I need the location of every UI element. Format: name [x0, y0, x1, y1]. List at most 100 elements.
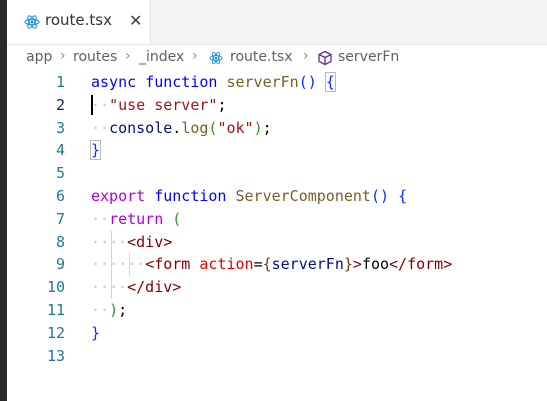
whitespace-marker: ·	[100, 95, 110, 114]
line-number: 5	[55, 164, 65, 183]
code-line-3: ··console.log("ok");	[91, 117, 272, 140]
code-line-7: ··return (	[91, 208, 181, 231]
line-number: 10	[46, 278, 65, 297]
react-icon	[209, 52, 223, 64]
breadcrumb-item-index[interactable]: _index	[139, 49, 184, 65]
whitespace-marker: ·	[100, 301, 110, 319]
react-icon	[24, 15, 40, 29]
whitespace-marker: ·	[100, 118, 110, 137]
whitespace-marker: ·	[91, 209, 101, 228]
tab-bar: route.tsx ✕	[7, 0, 547, 45]
tab-label: route.tsx	[45, 11, 112, 29]
token-brace: {	[262, 255, 272, 274]
whitespace-marker: ·	[118, 278, 128, 297]
line-number: 6	[55, 187, 65, 205]
breadcrumb-item-routes[interactable]: routes	[73, 49, 117, 65]
whitespace-marker: ·	[91, 118, 101, 137]
token-jsx-tag: </form>	[389, 255, 453, 274]
token-variable: serverFn	[271, 255, 344, 274]
whitespace-marker: ·	[91, 95, 101, 114]
token-keyword: return	[109, 209, 164, 228]
token-keyword: function	[154, 187, 227, 205]
whitespace-marker: ·	[118, 255, 128, 274]
token-paren: )	[109, 301, 119, 319]
token-function-name: serverFn	[226, 73, 299, 91]
breadcrumb-item-serverfn[interactable]: serverFn	[338, 49, 399, 65]
token-object: console	[109, 118, 173, 137]
token-brace-matched: {	[324, 72, 336, 92]
token-paren: ()	[370, 187, 390, 205]
token-keyword: async	[91, 73, 137, 91]
token-string: "ok"	[217, 118, 254, 137]
code-line-11: ··);	[91, 299, 127, 322]
token-function-name: ServerComponent	[235, 187, 371, 205]
token-string: "use server"	[109, 95, 218, 114]
chevron-right-icon: ›	[60, 48, 66, 64]
token-jsx-text: foo	[361, 255, 390, 274]
whitespace-marker: ·	[100, 278, 110, 297]
line-number: 9	[55, 255, 65, 274]
line-number: 7	[55, 209, 65, 228]
whitespace-marker: ·	[100, 209, 110, 228]
line-number: 1	[55, 73, 65, 91]
code-line-10: ····</div>	[91, 276, 181, 299]
whitespace-marker: ·	[100, 232, 110, 251]
code-line-12: }	[91, 322, 100, 345]
whitespace-marker: ·	[91, 232, 101, 251]
breadcrumb-item-app[interactable]: app	[26, 49, 52, 65]
line-number: 3	[55, 118, 65, 137]
breadcrumb-item-route-tsx[interactable]: route.tsx	[230, 49, 293, 65]
token-jsx-tag: </div>	[127, 278, 182, 297]
token-jsx-attribute: action	[199, 255, 254, 274]
code-line-1: async function serverFn() {	[91, 71, 336, 94]
token-equals: =	[253, 255, 263, 274]
token-paren: (	[172, 209, 182, 228]
code-line-6: export function ServerComponent() {	[91, 185, 407, 208]
line-number: 8	[55, 232, 65, 251]
token-brace: }	[343, 255, 353, 274]
line-number: 2	[55, 95, 65, 114]
tab-route-tsx[interactable]: route.tsx ✕	[7, 0, 151, 44]
whitespace-marker: ·	[136, 255, 146, 274]
token-dot: .	[172, 118, 182, 137]
whitespace-marker: ·	[109, 255, 119, 274]
token-semicolon: ;	[217, 95, 227, 114]
token-jsx-tag: >	[352, 255, 362, 274]
code-editor[interactable]: 1 2 3 4 5 6 7 8 9 10 11 12 13 async func…	[7, 71, 547, 401]
token-paren: ()	[298, 73, 317, 91]
token-semicolon: ;	[262, 118, 272, 137]
line-number: 11	[46, 301, 65, 319]
token-jsx-tag: <div>	[127, 232, 173, 251]
line-number: 12	[46, 323, 65, 342]
chevron-right-icon: ›	[303, 48, 309, 64]
token-brace: {	[398, 187, 408, 205]
token-semicolon: ;	[118, 301, 128, 319]
token-brace-matched: }	[89, 140, 102, 161]
breadcrumb: app › routes › _index › route.tsx › serv…	[7, 45, 547, 71]
whitespace-marker: ·	[91, 255, 101, 274]
whitespace-marker: ·	[127, 255, 137, 274]
chevron-right-icon: ›	[192, 48, 198, 64]
code-line-8: ····<div>	[91, 231, 172, 254]
window-edge	[0, 0, 7, 401]
token-keyword: function	[145, 73, 218, 91]
token-paren: )	[253, 118, 263, 137]
line-number: 4	[55, 141, 65, 160]
token-brace: }	[91, 323, 101, 342]
whitespace-marker: ·	[91, 278, 101, 297]
token-jsx-tag: <form	[145, 255, 191, 274]
whitespace-marker: ·	[109, 278, 119, 297]
line-number: 13	[46, 346, 65, 365]
token-keyword: export	[91, 187, 146, 205]
code-line-9: ······<form action={serverFn}>foo</form>	[91, 253, 452, 276]
close-icon[interactable]: ✕	[129, 11, 142, 30]
function-cube-icon	[318, 50, 332, 66]
code-line-2: ··"use server";	[91, 94, 226, 117]
whitespace-marker: ·	[118, 232, 128, 251]
whitespace-marker: ·	[109, 232, 119, 251]
whitespace-marker: ·	[100, 255, 110, 274]
code-line-4: }	[89, 139, 102, 162]
chevron-right-icon: ›	[125, 48, 131, 64]
whitespace-marker: ·	[91, 301, 101, 319]
token-method: log	[181, 118, 209, 137]
